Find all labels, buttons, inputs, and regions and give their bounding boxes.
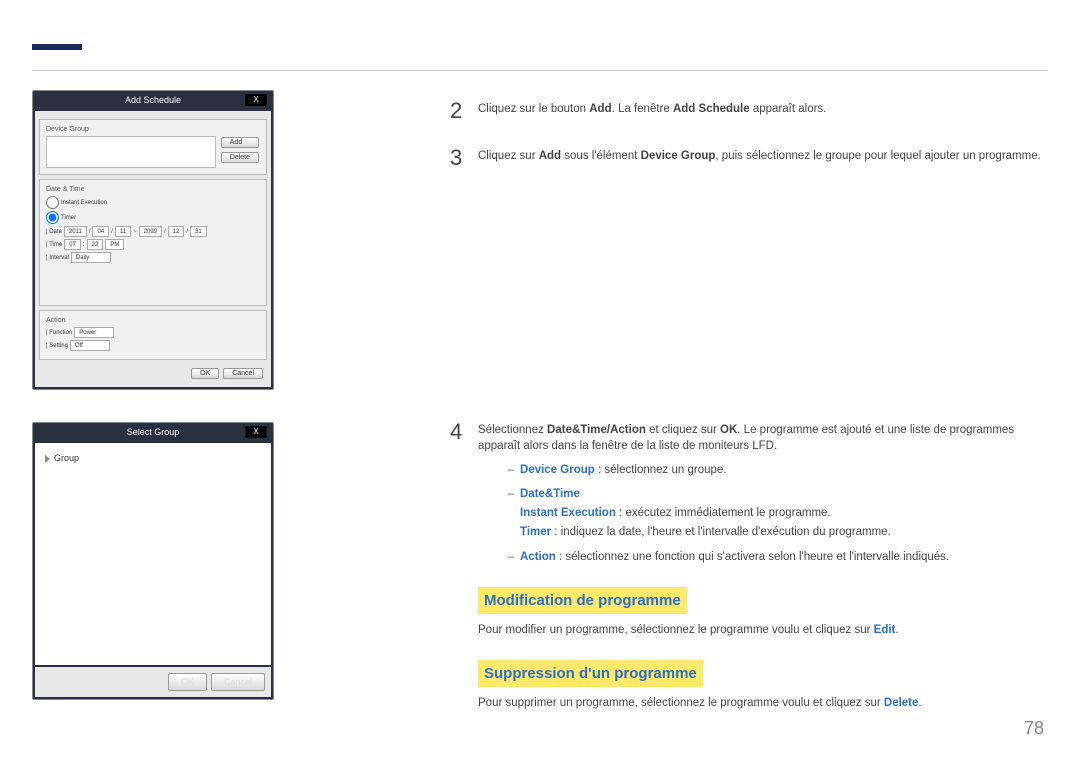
tree-expand-icon[interactable] <box>45 455 50 463</box>
min-select[interactable]: 22 <box>87 239 104 250</box>
delete-heading: Suppression d'un programme <box>478 660 703 687</box>
sub-action: Action : sélectionnez une fonction qui s… <box>508 549 1048 565</box>
delete-paragraph: Pour supprimer un programme, sélectionne… <box>478 695 1048 711</box>
instant-exec-radio[interactable] <box>46 196 59 209</box>
step-2: 2 Cliquez sur le bouton Add. La fenêtre … <box>450 96 1048 127</box>
step-number: 2 <box>450 96 464 127</box>
ok-button[interactable]: OK <box>191 368 219 379</box>
ampm-select[interactable]: PM <box>105 239 124 250</box>
timer-radio[interactable] <box>46 211 59 224</box>
interval-select[interactable]: Daily <box>71 252 111 263</box>
action-label: Action <box>46 317 260 324</box>
step-number: 3 <box>450 143 464 174</box>
close-icon[interactable]: X <box>245 94 267 106</box>
year2-select[interactable]: 2099 <box>139 226 162 237</box>
day2-select[interactable]: 31 <box>190 226 207 237</box>
dialog-title: Select Group <box>127 427 180 437</box>
device-group-list[interactable] <box>46 136 216 168</box>
top-rule <box>32 70 1048 71</box>
group-node[interactable]: Group <box>54 453 79 463</box>
year1-select[interactable]: 2011 <box>64 226 87 237</box>
month1-select[interactable]: 04 <box>92 226 109 237</box>
setting-select[interactable]: Off <box>70 340 110 351</box>
sub-device-group: Device Group : sélectionnez un groupe. <box>508 462 1048 478</box>
datetime-label: Date & Time <box>46 186 260 193</box>
sub-datetime: Date&Time Instant Execution : exécutez i… <box>508 486 1048 540</box>
step-3: 3 Cliquez sur Add sous l'élément Device … <box>450 143 1048 174</box>
function-select[interactable]: Power <box>74 327 114 338</box>
hour-select[interactable]: 07 <box>64 239 81 250</box>
modify-heading: Modification de programme <box>478 587 687 614</box>
brand-bar <box>32 44 82 50</box>
group-tree[interactable]: Group <box>35 443 271 473</box>
modify-paragraph: Pour modifier un programme, sélectionnez… <box>478 622 1048 638</box>
add-schedule-dialog: Add Schedule X Device Group Add Delete D… <box>32 90 274 390</box>
ok-button[interactable]: OK <box>168 673 207 691</box>
step-number: 4 <box>450 417 464 711</box>
cancel-button[interactable]: Cancel <box>223 368 263 379</box>
device-group-label: Device Group <box>46 126 260 133</box>
select-group-dialog: Select Group X Group OK Cancel <box>32 422 274 700</box>
add-button[interactable]: Add <box>221 137 259 148</box>
day1-select[interactable]: 11 <box>115 226 131 237</box>
month2-select[interactable]: 12 <box>168 226 185 237</box>
dialog-title: Add Schedule <box>125 95 181 105</box>
step-4: 4 Sélectionnez Date&Time/Action et cliqu… <box>450 417 1048 711</box>
page-number: 78 <box>1024 718 1044 739</box>
cancel-button[interactable]: Cancel <box>211 673 265 691</box>
delete-button[interactable]: Delete <box>221 152 259 163</box>
close-icon[interactable]: X <box>245 426 267 438</box>
